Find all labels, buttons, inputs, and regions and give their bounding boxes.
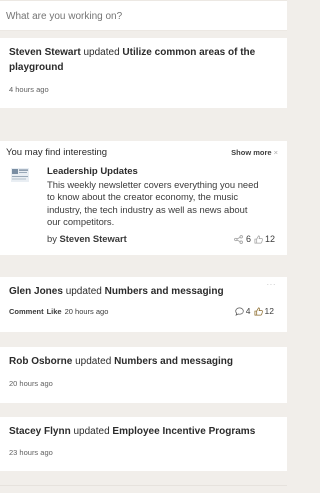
post-title: Stacey Flynn updated Employee Incentive … bbox=[9, 424, 278, 439]
newsletter-stats: 6 12 bbox=[234, 234, 275, 244]
share-count: 6 bbox=[245, 234, 251, 244]
recommendations-card: You may find interesting Show more × Lead… bbox=[0, 141, 287, 255]
post-verb: updated bbox=[75, 356, 112, 367]
newsletter-description: This weekly newsletter covers everything… bbox=[47, 179, 259, 228]
post-author[interactable]: Glen Jones bbox=[9, 286, 63, 297]
thumbs-up-icon[interactable] bbox=[254, 307, 263, 316]
search-bar bbox=[0, 0, 287, 31]
recommendations-heading: You may find interesting bbox=[6, 147, 108, 158]
comment-button[interactable]: Comment bbox=[9, 307, 44, 316]
post-target[interactable]: Employee Incentive Programs bbox=[112, 426, 255, 437]
comment-count: 4 bbox=[245, 306, 251, 316]
post-title: Steven Stewart updated Utilize common ar… bbox=[9, 45, 278, 75]
post-author[interactable]: Stacey Flynn bbox=[9, 426, 71, 437]
newsletter-title[interactable]: Leadership Updates bbox=[47, 166, 138, 177]
share-icon[interactable] bbox=[234, 234, 243, 244]
post-time: 20 hours ago bbox=[9, 379, 53, 388]
byline-label: by bbox=[47, 233, 57, 244]
post-stats: 4 12 bbox=[235, 306, 274, 316]
post-time: 23 hours ago bbox=[9, 448, 53, 457]
post-target[interactable]: Numbers and messaging bbox=[114, 356, 233, 367]
more-options-icon[interactable]: ··· bbox=[267, 280, 277, 289]
feed-post[interactable]: ··· Glen Jones updated Numbers and messa… bbox=[0, 277, 287, 332]
newsletter-author[interactable]: Steven Stewart bbox=[60, 233, 127, 244]
like-button[interactable]: Like bbox=[47, 307, 62, 316]
post-author[interactable]: Steven Stewart bbox=[9, 47, 81, 58]
post-actions: Comment Like 20 hours ago bbox=[9, 307, 108, 316]
post-title: Glen Jones updated Numbers and messaging bbox=[9, 284, 278, 299]
post-time: 4 hours ago bbox=[9, 85, 49, 94]
feed-post[interactable]: Stacey Flynn updated Employee Incentive … bbox=[0, 417, 287, 471]
show-more-button[interactable]: Show more × bbox=[231, 148, 278, 157]
post-verb: updated bbox=[65, 286, 102, 297]
like-count: 12 bbox=[264, 234, 275, 244]
post-title: Rob Osborne updated Numbers and messagin… bbox=[9, 354, 278, 369]
show-more-label[interactable]: Show more bbox=[231, 148, 271, 157]
like-count: 12 bbox=[264, 306, 274, 316]
search-input[interactable] bbox=[0, 2, 276, 31]
post-author[interactable]: Rob Osborne bbox=[9, 356, 72, 367]
post-target[interactable]: Numbers and messaging bbox=[105, 286, 224, 297]
feed-post[interactable]: Steven Stewart updated Utilize common ar… bbox=[0, 38, 287, 108]
close-icon[interactable]: × bbox=[274, 148, 278, 157]
newsletter-byline: by Steven Stewart bbox=[47, 233, 127, 244]
feed-post[interactable]: Rob Osborne updated Numbers and messagin… bbox=[0, 347, 287, 403]
post-verb: updated bbox=[73, 426, 110, 437]
post-time: 20 hours ago bbox=[64, 307, 109, 316]
comment-icon[interactable] bbox=[235, 307, 244, 316]
newsletter-thumbnail[interactable] bbox=[11, 168, 29, 182]
post-verb: updated bbox=[83, 47, 120, 58]
thumbs-up-icon[interactable] bbox=[254, 235, 263, 244]
